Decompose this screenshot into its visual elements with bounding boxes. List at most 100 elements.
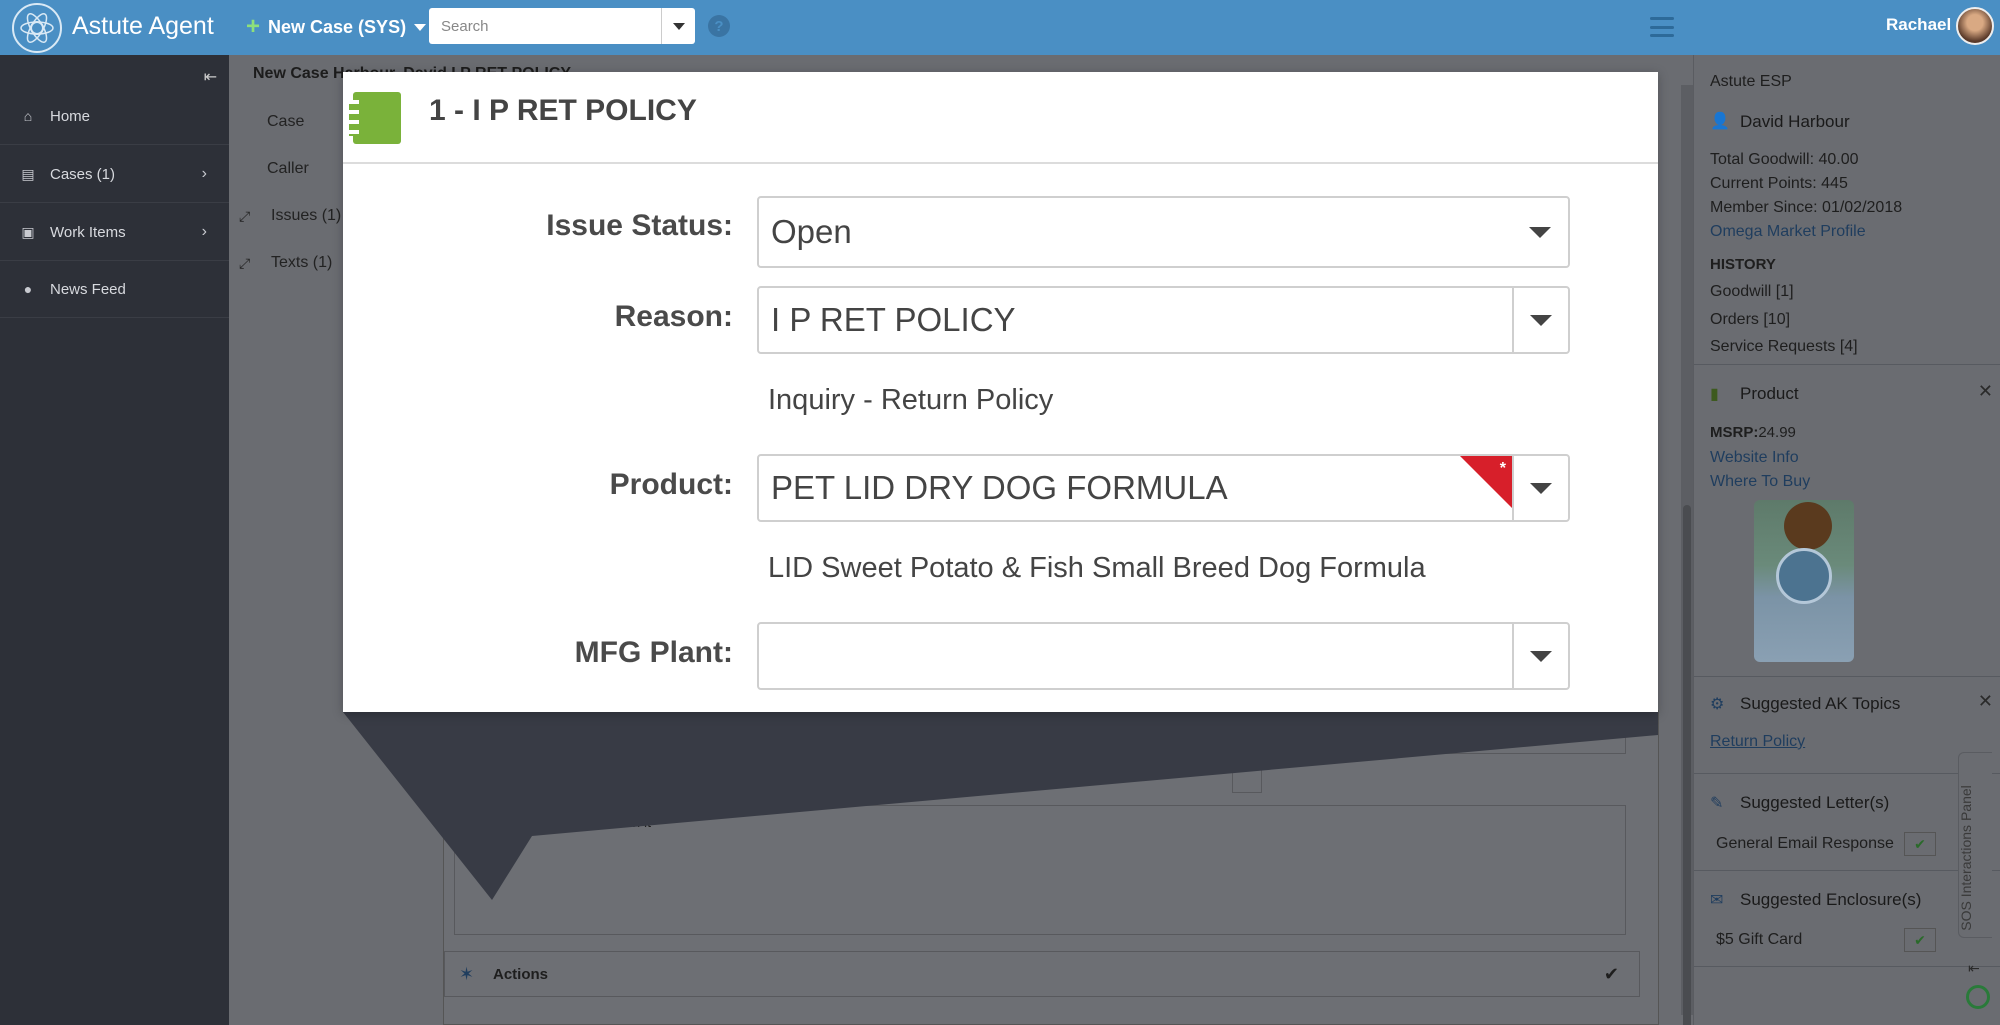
chevron-down-icon[interactable] (1512, 456, 1568, 520)
envelope-icon: ✉ (1710, 892, 1724, 909)
letters-title: Suggested Letter(s) (1740, 793, 1890, 812)
sos-tab-label: SOS Interactions Panel (1958, 785, 1974, 931)
customer-name: David Harbour (1740, 112, 1850, 131)
sidebar-item-label: News Feed (50, 280, 126, 298)
letters-section: ✎ Suggested Letter(s) General Email Resp… (1694, 775, 2000, 871)
sos-status-icon[interactable] (1966, 985, 1990, 1009)
top-bar: Astute Agent + New Case (SYS) Search ? R… (0, 0, 2000, 55)
user-name[interactable]: Rachael (1886, 15, 1951, 35)
scrollbar-thumb[interactable] (1683, 505, 1691, 1025)
tab-case[interactable]: Case (267, 113, 304, 131)
search-dropdown-button[interactable] (661, 8, 695, 44)
expand-icon[interactable]: ⤢ (239, 208, 250, 225)
chevron-down-icon[interactable] (1512, 288, 1568, 352)
sidebar-item-label: Work Items (50, 223, 126, 241)
history-goodwill[interactable]: Goodwill [1] (1710, 283, 1794, 301)
msrp: MSRP:24.99 (1710, 424, 1796, 441)
expand-icon[interactable]: ⤢ (239, 255, 250, 272)
history-heading: HISTORY (1710, 256, 1776, 273)
member-since: Member Since: 01/02/2018 (1710, 199, 1903, 216)
chevron-right-icon: › (201, 223, 207, 240)
scrollbar[interactable] (1681, 85, 1693, 1025)
issue-modal: 1 - I P RET POLICY Issue Status: Open Re… (343, 72, 1658, 712)
app-title: Astute Agent (72, 12, 214, 40)
where-to-buy-link[interactable]: Where To Buy (1710, 473, 1810, 491)
issue-panel: ...ike it can I return it ✶ Actions ✔ (443, 710, 1659, 1025)
actions-bar[interactable]: ✶ Actions ✔ (444, 951, 1640, 997)
ak-topics-title: Suggested AK Topics (1740, 694, 1901, 713)
letter-item[interactable]: General Email Response (1716, 835, 1894, 853)
notebook-icon: ▮ (1710, 386, 1719, 403)
plus-icon: + (246, 13, 261, 40)
issue-status-value: Open (771, 213, 852, 250)
modal-header: 1 - I P RET POLICY (343, 72, 1658, 164)
history-orders[interactable]: Orders [10] (1710, 311, 1790, 329)
tab-issues[interactable]: Issues (1) (271, 207, 341, 225)
enclosures-section: ✉ Suggested Enclosure(s) $5 Gift Card ✔ (1694, 872, 2000, 967)
issue-note-textarea[interactable]: ...ike it can I return it (454, 805, 1626, 935)
total-goodwill: Total Goodwill: 40.00 (1710, 151, 1859, 168)
chevron-down-icon[interactable] (1512, 624, 1568, 688)
product-label: Product: (609, 468, 733, 501)
sidebar-item-cases[interactable]: ▤ Cases (1) › (0, 146, 229, 203)
app-logo-icon[interactable] (12, 3, 62, 53)
expand-panel-icon[interactable]: ⇤ (1968, 960, 1980, 977)
new-case-button[interactable]: + New Case (SYS) (246, 13, 427, 41)
tab-caller[interactable]: Caller (267, 160, 309, 178)
close-icon[interactable]: ✕ (1978, 691, 1993, 712)
actions-label: Actions (493, 965, 549, 983)
sidebar-item-label: Home (50, 107, 91, 125)
ak-topic-link[interactable]: Return Policy (1710, 733, 1805, 751)
help-icon[interactable]: ? (708, 15, 730, 37)
collapse-sidebar-icon[interactable]: ⇤ (204, 67, 217, 87)
sidebar-item-home[interactable]: ⌂ Home (0, 88, 229, 145)
profile-link[interactable]: Omega Market Profile (1710, 223, 1866, 241)
check-icon[interactable]: ✔ (1604, 964, 1619, 985)
msrp-label: MSRP: (1710, 424, 1759, 441)
search-placeholder: Search (441, 17, 489, 35)
product-value: PET LID DRY DOG FORMULA (771, 469, 1228, 506)
avatar[interactable] (1956, 7, 1994, 45)
history-service-requests[interactable]: Service Requests [4] (1710, 338, 1858, 356)
reason-description: Inquiry - Return Policy (768, 384, 1054, 416)
pin-icon: ✶ (459, 963, 475, 984)
website-info-link[interactable]: Website Info (1710, 449, 1799, 467)
product-select[interactable]: PET LID DRY DOG FORMULA * (757, 454, 1570, 522)
menu-icon[interactable] (1650, 17, 1674, 37)
issue-status-label: Issue Status: (546, 209, 733, 242)
msrp-value: 24.99 (1758, 424, 1796, 441)
tab-texts[interactable]: Texts (1) (271, 254, 332, 272)
right-panel: Astute ESP 👤 David Harbour Total Goodwil… (1693, 55, 2000, 1025)
sidebar-item-news-feed[interactable]: ● News Feed (0, 261, 229, 318)
customer-section: 👤 David Harbour Total Goodwill: 40.00 Cu… (1694, 55, 2000, 365)
close-icon[interactable]: ✕ (1978, 381, 1993, 402)
inbox-icon: ▣ (21, 223, 35, 240)
mfg-plant-select[interactable] (757, 622, 1570, 690)
chevron-down-icon (672, 22, 685, 30)
enclosure-item[interactable]: $5 Gift Card (1716, 931, 1802, 949)
ak-topics-section: ⚙ Suggested AK Topics ✕ Return Policy (1694, 677, 2000, 774)
product-image (1754, 500, 1854, 662)
left-sidebar: ⇤ ⌂ Home ▤ Cases (1) › ▣ Work Items › ● … (0, 55, 229, 1025)
gear-icon: ⚙ (1710, 696, 1725, 713)
home-icon: ⌂ (23, 108, 33, 124)
chevron-down-icon (414, 23, 427, 31)
current-points: Current Points: 445 (1710, 175, 1848, 192)
issue-select[interactable] (1232, 763, 1262, 793)
chevron-right-icon: › (201, 165, 207, 182)
issue-status-select[interactable]: Open (757, 196, 1570, 268)
product-title: Product (1740, 384, 1799, 403)
reason-value: I P RET POLICY (771, 301, 1016, 338)
check-icon[interactable]: ✔ (1904, 928, 1936, 952)
comment-icon: ● (23, 281, 33, 297)
notebook-icon (349, 92, 401, 144)
sidebar-item-label: Cases (1) (50, 165, 116, 183)
sidebar-item-work-items[interactable]: ▣ Work Items › (0, 204, 229, 261)
asterisk-icon: * (1499, 460, 1506, 477)
check-icon[interactable]: ✔ (1904, 832, 1936, 856)
search-input[interactable]: Search (429, 8, 695, 44)
chevron-down-icon[interactable] (1512, 198, 1568, 266)
document-icon: ▤ (21, 165, 35, 182)
issue-input[interactable] (454, 722, 1626, 754)
reason-select[interactable]: I P RET POLICY (757, 286, 1570, 354)
